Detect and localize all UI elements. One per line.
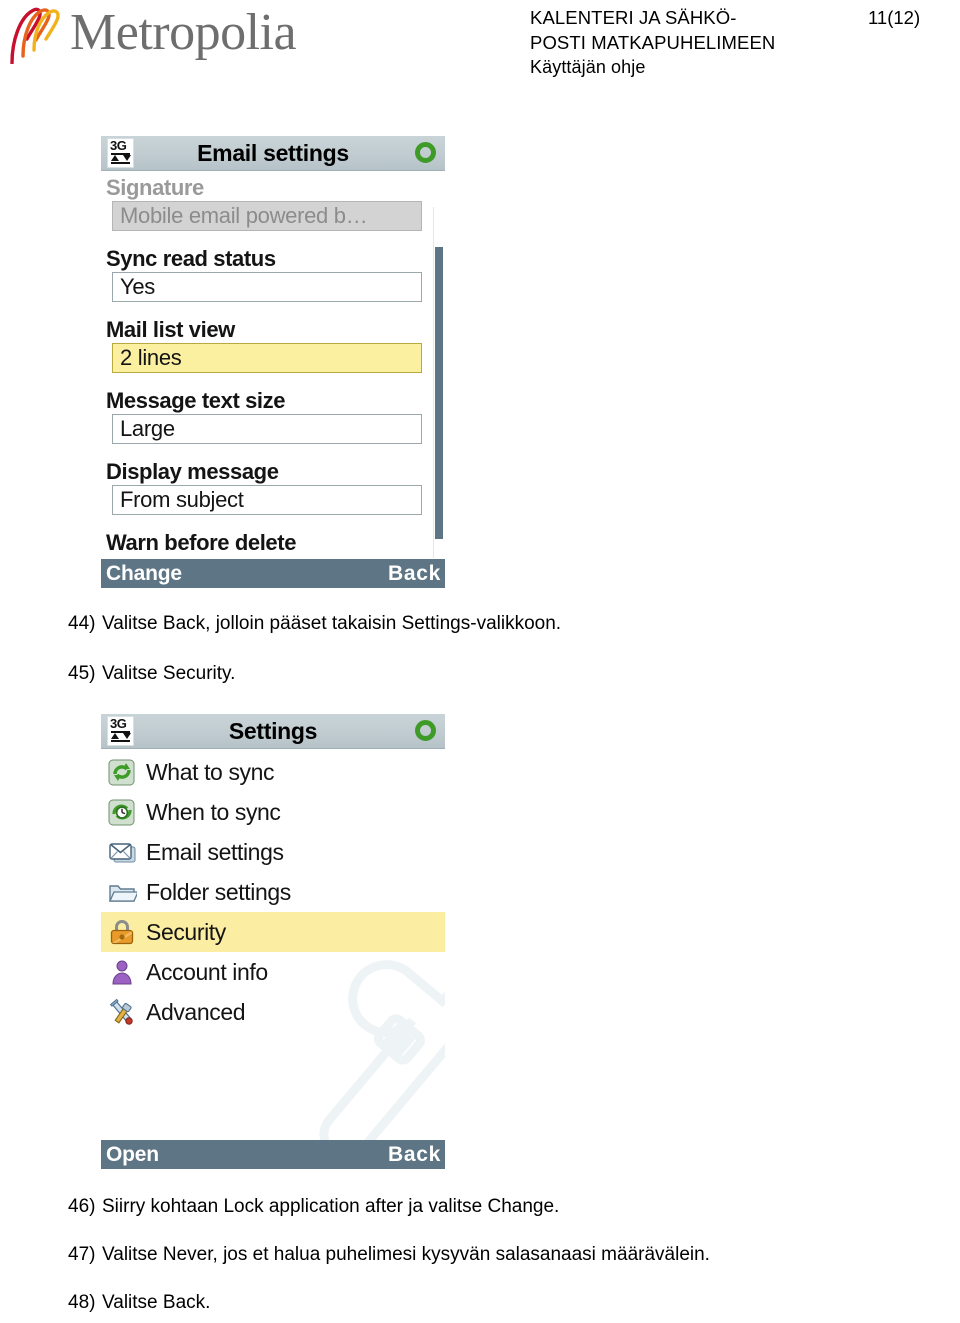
envelope-icon <box>107 837 137 867</box>
menu-item-label: Folder settings <box>146 879 291 905</box>
step-46-text: Siirry kohtaan Lock application after ja… <box>102 1196 560 1217</box>
step-45-number: 45) <box>68 663 96 684</box>
document-title-line1: KALENTERI JA SÄHKÖ- <box>530 7 737 28</box>
softkey-bar: Open Back <box>101 1140 445 1169</box>
field-value-display-message[interactable]: From subject <box>112 485 422 515</box>
step-47-text: Valitse Never, jos et halua puhelimesi k… <box>102 1244 710 1265</box>
page-header: Metropolia KALENTERI JA SÄHKÖ- POSTI MAT… <box>0 0 960 92</box>
step-47-number: 47) <box>68 1244 96 1265</box>
step-44: 44) Valitse Back, jolloin pääset takaisin… <box>68 612 561 636</box>
menu-item-label: When to sync <box>146 799 281 825</box>
settings-menu-list: What to sync When to sync Email settings… <box>101 749 445 1169</box>
menu-item-label: What to sync <box>146 759 275 785</box>
menu-item-when-to-sync[interactable]: When to sync <box>101 792 445 832</box>
softkey-back-button[interactable]: Back <box>388 559 441 588</box>
field-value-sync-read-status[interactable]: Yes <box>112 272 422 302</box>
metropolia-logo-text: Metropolia <box>70 4 297 61</box>
step-45: 45) Valitse Security. <box>68 662 235 686</box>
step-48: 48) Valitse Back. <box>68 1291 210 1315</box>
field-label-signature: Signature <box>106 175 204 200</box>
green-ring-icon <box>415 720 436 741</box>
status-title-bar: 3G Settings <box>101 714 445 749</box>
document-title-line2: POSTI MATKAPUHELIMEEN <box>530 31 776 53</box>
page-number: 11(12) <box>868 7 921 28</box>
field-value-signature[interactable]: Mobile email powered b… <box>112 201 422 231</box>
folder-icon <box>107 877 140 907</box>
sync-clock-icon <box>107 797 137 827</box>
step-48-number: 48) <box>68 1292 96 1313</box>
menu-item-security[interactable]: Security <box>101 912 445 952</box>
step-47: 47) Valitse Never, jos et halua puhelimes… <box>68 1243 710 1267</box>
screen-title: Settings <box>228 718 318 744</box>
field-label-sync-read-status: Sync read status <box>106 246 276 271</box>
menu-item-label: Advanced <box>146 999 246 1025</box>
screen-title: Email settings <box>197 140 349 166</box>
email-settings-form: Signature Mobile email powered b… Sync r… <box>101 171 445 588</box>
scrollbar-thumb[interactable] <box>435 247 443 539</box>
padlock-icon <box>107 917 137 947</box>
softkey-bar: Change Back <box>101 559 445 588</box>
document-title: KALENTERI JA SÄHKÖ- POSTI MATKAPUHELIMEE… <box>530 6 830 80</box>
screenshot-email-settings: 3G Email settings Signature Mobile email… <box>101 136 445 588</box>
field-label-warn-before-delete: Warn before delete <box>106 530 297 555</box>
metropolia-logo: Metropolia <box>8 4 298 66</box>
menu-item-label: Account info <box>146 959 268 985</box>
step-48-text: Valitse Back. <box>102 1292 211 1313</box>
menu-item-folder-settings[interactable]: Folder settings <box>101 872 445 912</box>
field-label-mail-list-view: Mail list view <box>106 317 235 342</box>
document-subtitle: Käyttäjän ohje <box>530 57 646 77</box>
sync-refresh-icon <box>107 757 137 787</box>
step-46: 46) Siirry kohtaan Lock application after… <box>68 1195 559 1219</box>
tools-icon <box>107 997 137 1027</box>
green-ring-icon <box>415 142 436 163</box>
softkey-change-button[interactable]: Change <box>106 559 182 588</box>
field-value-message-text-size[interactable]: Large <box>112 414 422 444</box>
softkey-open-button[interactable]: Open <box>106 1140 159 1169</box>
screenshot-settings-menu: 3G Settings What to sync When to sync Em… <box>101 714 445 1169</box>
step-44-text: Valitse Back, jolloin pääset takaisin Se… <box>102 613 562 634</box>
person-icon <box>107 957 137 987</box>
step-45-text: Valitse Security. <box>102 663 236 684</box>
menu-item-what-to-sync[interactable]: What to sync <box>101 752 445 792</box>
scrollbar-track[interactable] <box>433 207 443 558</box>
softkey-back-button[interactable]: Back <box>388 1140 441 1169</box>
field-value-mail-list-view[interactable]: 2 lines <box>112 343 422 373</box>
step-44-number: 44) <box>68 613 96 634</box>
menu-item-email-settings[interactable]: Email settings <box>101 832 445 872</box>
menu-item-label: Email settings <box>146 839 284 865</box>
menu-item-advanced[interactable]: Advanced <box>101 992 445 1032</box>
status-title-bar: 3G Email settings <box>101 136 445 171</box>
step-46-number: 46) <box>68 1196 96 1217</box>
field-label-display-message: Display message <box>106 459 279 484</box>
menu-item-account-info[interactable]: Account info <box>101 952 445 992</box>
field-label-message-text-size: Message text size <box>106 388 286 413</box>
metropolia-logo-mark-icon <box>8 6 70 65</box>
menu-item-label: Security <box>146 919 226 945</box>
